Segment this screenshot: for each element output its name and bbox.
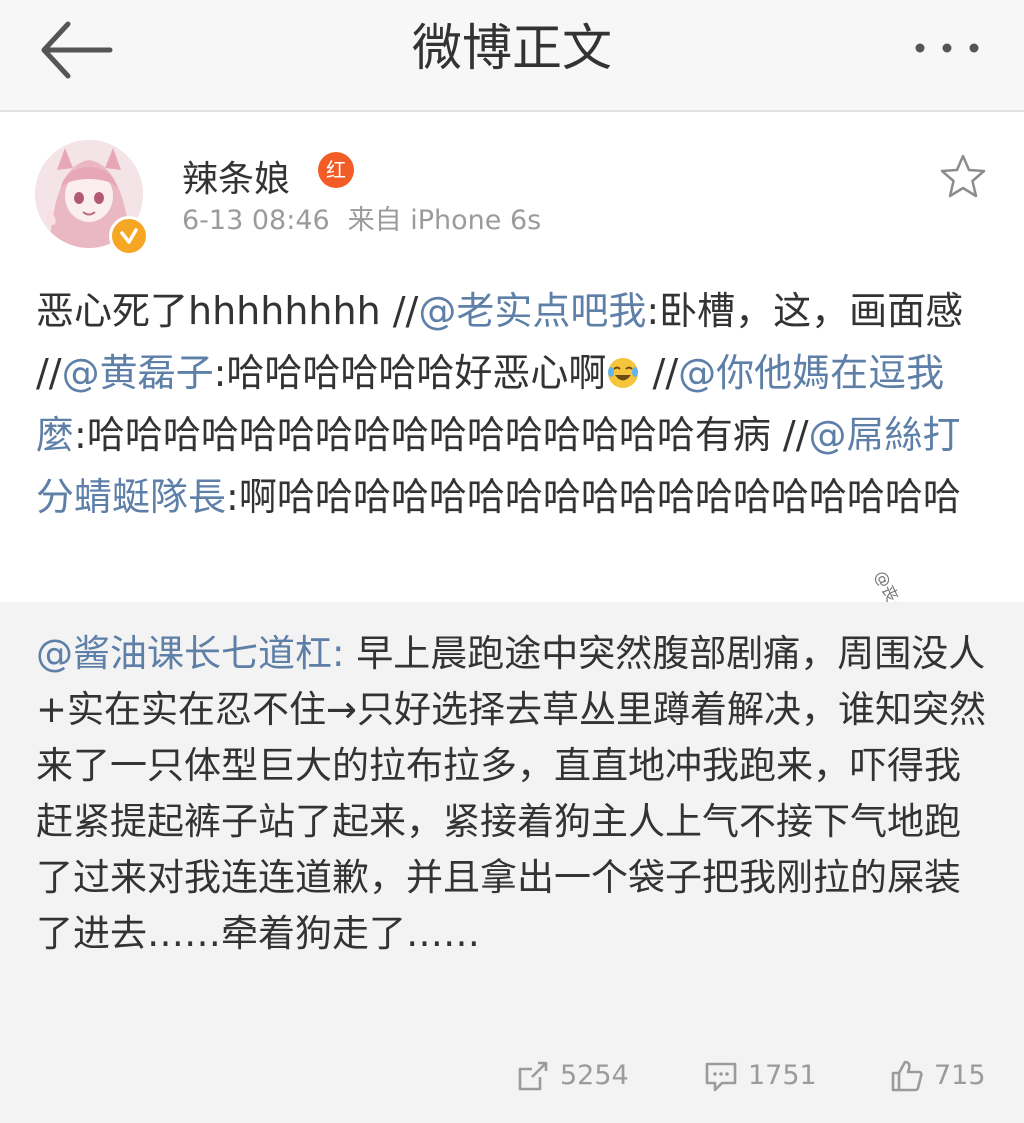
star-icon[interactable] — [938, 152, 988, 202]
top-bar: 微博正文 — [0, 0, 1024, 112]
thumbs-up-icon — [891, 1060, 923, 1092]
post-card: 辣条娘 红 6-13 08:46 来自 iPhone 6s 恶心死了hhhhhhh… — [0, 112, 1024, 602]
repost-body: 早上晨跑途中突然腹部剧痛，周围没人+实在实在忍不住→只好选择去草丛里蹲着解决，谁… — [36, 632, 987, 955]
repost-separator: : — [332, 632, 357, 675]
post-meta: 6-13 08:46 来自 iPhone 6s — [182, 198, 541, 237]
repost-button[interactable]: 5254 — [516, 1050, 629, 1102]
repost-text: @酱油课长七道杠: 早上晨跑途中突然腹部剧痛，周围没人+实在实在忍不住→只好选择… — [36, 626, 988, 962]
post-time: 6-13 08:46 — [182, 205, 330, 236]
comment-count: 1751 — [748, 1060, 817, 1091]
like-button[interactable]: 715 — [890, 1050, 1000, 1102]
post-text-segment: :哈哈哈哈哈哈好恶心啊 — [213, 351, 607, 395]
post-source: 来自 iPhone 6s — [347, 205, 542, 236]
post-text-segment: 恶心死了hhhhhhhh // — [36, 289, 419, 333]
comment-icon — [705, 1062, 737, 1092]
page-title: 微博正文 — [412, 19, 612, 77]
laugh-cry-emoji-icon — [606, 346, 640, 388]
repost-author-link[interactable]: @酱油课长七道杠 — [36, 632, 332, 675]
post-text: 恶心死了hhhhhhhh //@老实点吧我:卧槽，这，画面感 //@黄磊子:哈哈… — [36, 280, 986, 528]
verified-badge-icon — [109, 216, 149, 256]
comment-button[interactable]: 1751 — [704, 1050, 817, 1102]
post-text-segment: :哈哈哈哈哈哈哈哈哈哈哈哈哈哈哈哈有病 // — [74, 413, 809, 457]
post-text-segment: // — [640, 351, 679, 395]
mention-link[interactable]: @老实点吧我 — [418, 289, 646, 333]
share-icon — [518, 1061, 548, 1091]
username[interactable]: 辣条娘 — [182, 150, 290, 202]
reposted-post[interactable]: @酱油课长七道杠: 早上晨跑途中突然腹部剧痛，周围没人+实在实在忍不住→只好选择… — [0, 602, 1024, 1123]
avatar[interactable] — [35, 140, 149, 256]
repost-count: 5254 — [560, 1060, 629, 1091]
repost-actions: 5254 1751 715 — [0, 1050, 1024, 1102]
post-text-segment: :啊哈哈哈哈哈哈哈哈哈哈哈哈哈哈哈哈哈哈 — [226, 475, 961, 519]
member-badge-icon: 红 — [318, 152, 354, 188]
more-dots-icon[interactable] — [910, 30, 984, 66]
like-count: 715 — [934, 1060, 986, 1091]
mention-link[interactable]: @黄磊子 — [62, 351, 214, 395]
